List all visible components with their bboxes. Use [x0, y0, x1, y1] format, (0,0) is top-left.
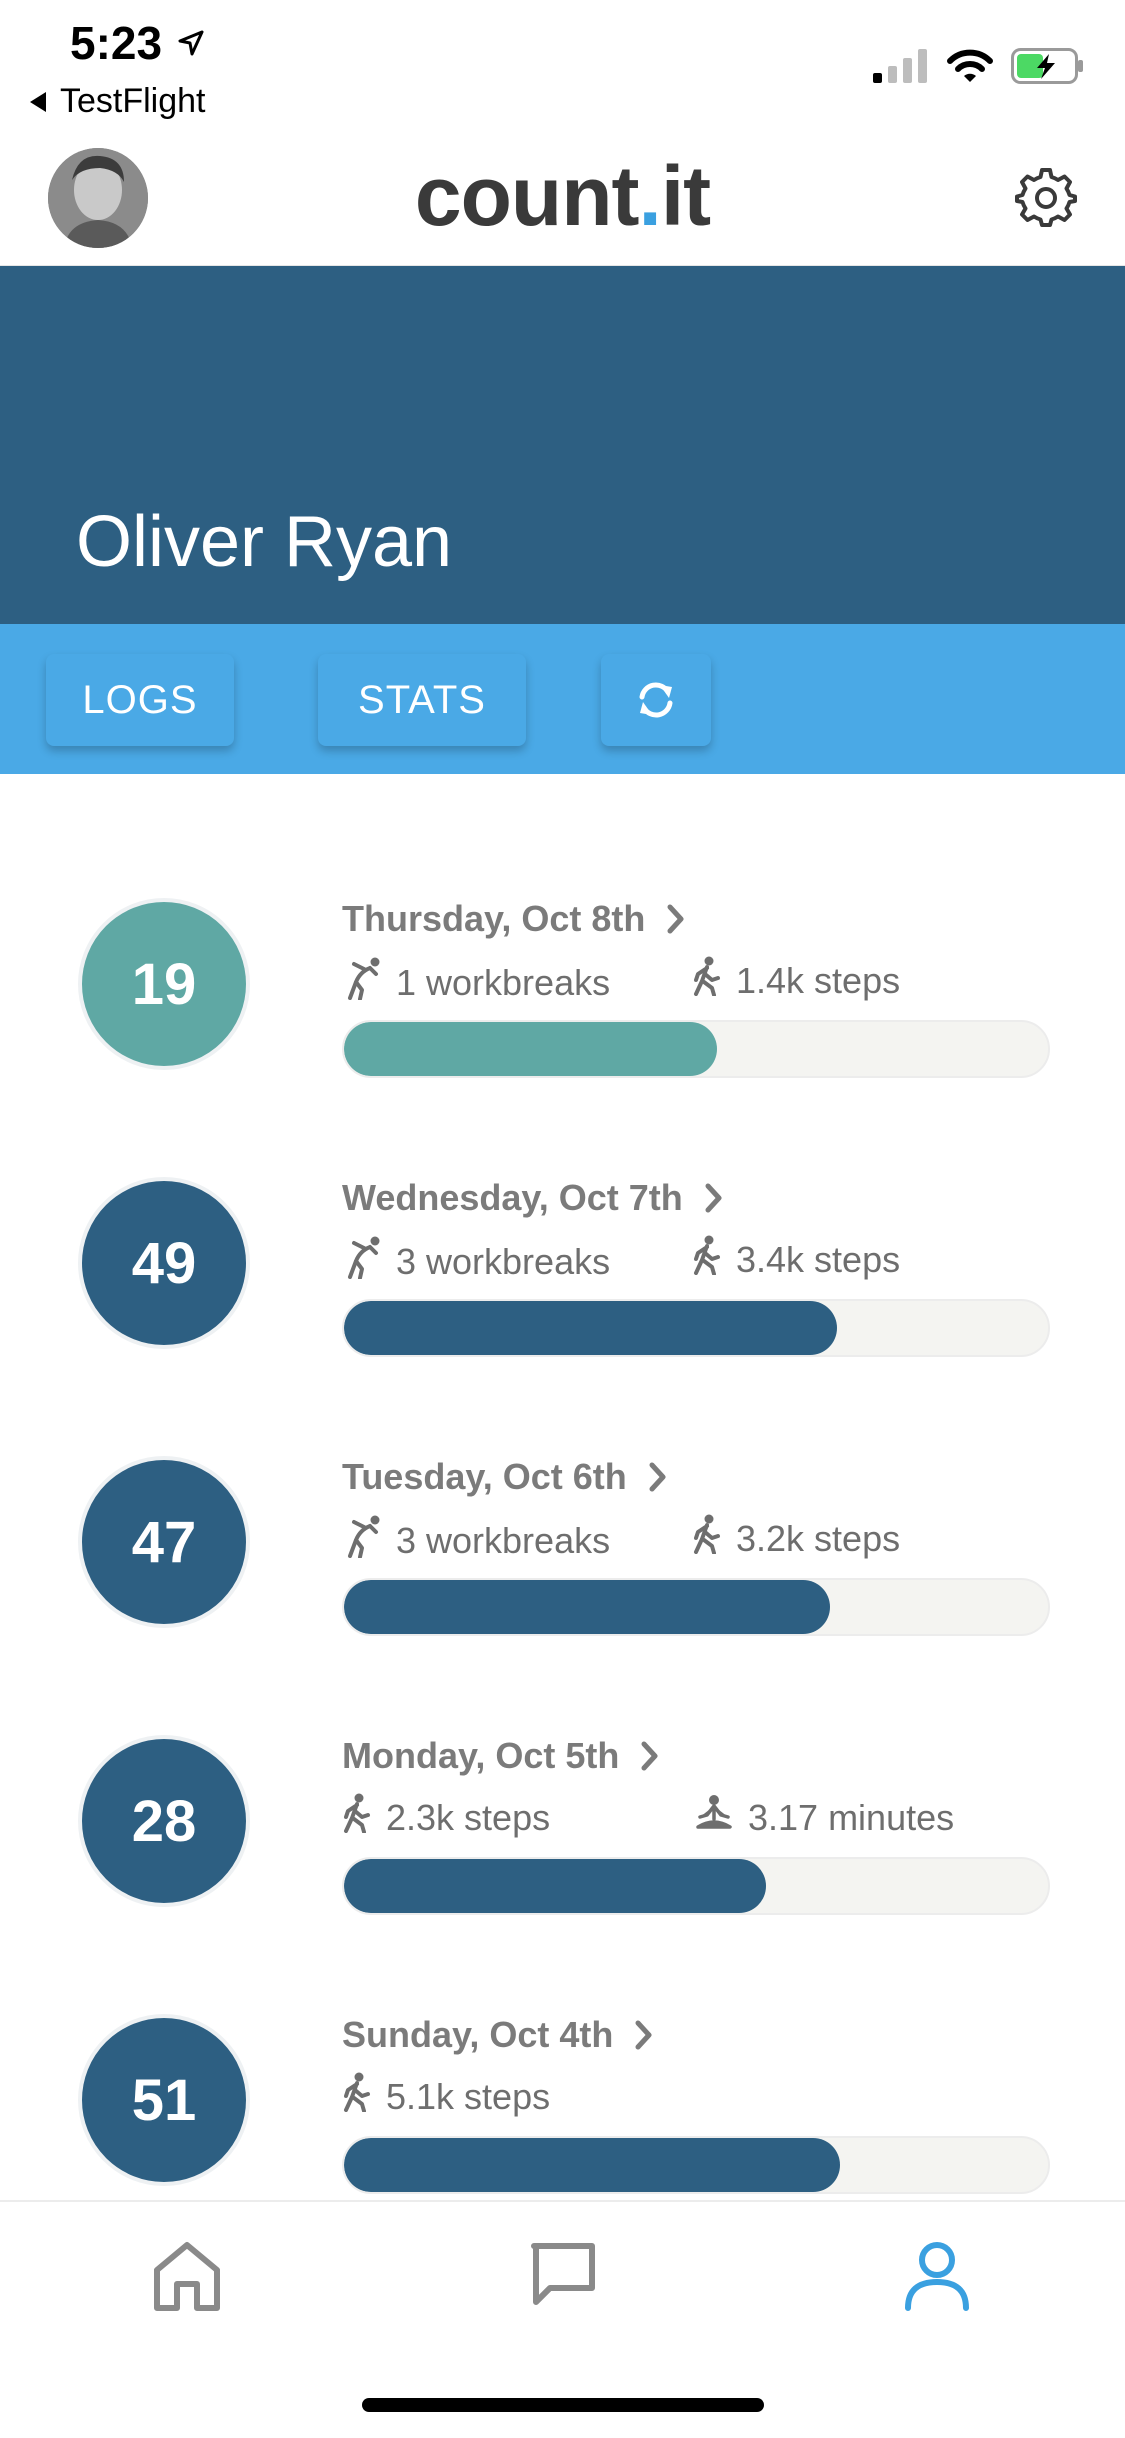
- wifi-icon: [947, 49, 993, 82]
- metric-primary: 2.3k steps: [342, 1793, 550, 1842]
- score-value: 19: [131, 951, 197, 1017]
- metric-secondary-text: 3.17 minutes: [748, 1796, 955, 1838]
- metric-secondary: 3.2k steps: [692, 1514, 900, 1563]
- metric-secondary-text: 1.4k steps: [736, 959, 901, 1001]
- status-time: 5:23: [70, 17, 163, 69]
- app-header: count.it: [0, 130, 1125, 267]
- log-metrics: 3 workbreaks 3.4k steps: [342, 1235, 1062, 1285]
- back-app-label: TestFlight: [60, 82, 206, 120]
- stretch-icon: [342, 956, 396, 1009]
- chevron-right-icon: [705, 1183, 722, 1213]
- logo-suffix: it: [660, 149, 711, 243]
- chevron-right-icon: [641, 1741, 658, 1771]
- score-badge: 47: [78, 1456, 250, 1628]
- score-badge: 28: [78, 1735, 250, 1907]
- metric-secondary-text: 3.4k steps: [736, 1238, 901, 1280]
- refresh-icon: [639, 682, 673, 718]
- progress-bar: [342, 1857, 1050, 1915]
- score-badge: 19: [78, 898, 250, 1070]
- meditation-icon: [694, 1793, 748, 1842]
- metric-primary: 5.1k steps: [342, 2072, 550, 2121]
- status-bar: 5:23 TestFlight: [0, 0, 1125, 130]
- logo-text: count: [414, 149, 640, 243]
- metric-secondary: 1.4k steps: [692, 956, 900, 1005]
- tab-bar: LOGS STATS: [0, 624, 1125, 774]
- list-item[interactable]: 28 Monday, Oct 5th 2.3k steps 3.17 minut…: [0, 1735, 1125, 1995]
- chevron-right-icon: [667, 904, 684, 934]
- stretch-icon: [342, 1235, 396, 1288]
- home-icon[interactable]: [152, 2240, 222, 2314]
- progress-fill: [344, 1859, 767, 1913]
- walk-icon: [342, 2072, 386, 2121]
- progress-bar: [342, 2136, 1050, 2194]
- score-badge: 49: [78, 1177, 250, 1349]
- walk-icon: [692, 1235, 736, 1284]
- progress-fill: [344, 1301, 837, 1355]
- metric-primary-text: 3 workbreaks: [396, 1240, 611, 1282]
- score-value: 28: [131, 1788, 197, 1854]
- stretch-icon: [342, 1514, 396, 1567]
- list-item[interactable]: 19 Thursday, Oct 8th 1 workbreaks 1.4k s…: [0, 898, 1125, 1158]
- progress-fill: [344, 2138, 841, 2192]
- progress-bar: [342, 1578, 1050, 1636]
- chevron-right-icon: [649, 1462, 666, 1492]
- chevron-right-icon: [635, 2020, 652, 2050]
- metric-primary-text: 5.1k steps: [386, 2075, 551, 2117]
- metric-primary: 3 workbreaks: [342, 1514, 610, 1567]
- metric-primary: 3 workbreaks: [342, 1235, 610, 1288]
- log-date-link[interactable]: Thursday, Oct 8th: [342, 898, 685, 940]
- score-value: 47: [131, 1509, 197, 1575]
- metric-secondary: 3.4k steps: [692, 1235, 900, 1284]
- log-metrics: 2.3k steps 3.17 minutes: [342, 1793, 1062, 1843]
- log-metrics: 3 workbreaks 3.2k steps: [342, 1514, 1062, 1564]
- battery-icon: [1011, 48, 1083, 84]
- back-to-app-link[interactable]: TestFlight: [30, 82, 206, 121]
- user-name: Oliver Ryan: [76, 502, 453, 582]
- score-value: 49: [131, 1230, 197, 1296]
- progress-fill: [344, 1580, 830, 1634]
- log-date: Tuesday, Oct 6th: [342, 1456, 627, 1497]
- list-item[interactable]: 47 Tuesday, Oct 6th 3 workbreaks 3.2k st…: [0, 1456, 1125, 1716]
- profile-banner: Oliver Ryan: [0, 266, 1125, 624]
- log-metrics: 5.1k steps: [342, 2072, 1062, 2122]
- tab-stats[interactable]: STATS: [318, 654, 526, 746]
- log-metrics: 1 workbreaks 1.4k steps: [342, 956, 1062, 1006]
- log-date: Wednesday, Oct 7th: [342, 1177, 683, 1218]
- metric-secondary-text: 3.2k steps: [736, 1517, 901, 1559]
- location-arrow-icon: [178, 30, 204, 56]
- log-date: Sunday, Oct 4th: [342, 2014, 614, 2055]
- home-indicator: [362, 2398, 764, 2412]
- app-logo: count.it: [0, 148, 1125, 245]
- metric-secondary: 3.17 minutes: [694, 1793, 954, 1842]
- walk-icon: [342, 1793, 386, 1842]
- score-badge: 51: [78, 2014, 250, 2186]
- progress-bar: [342, 1299, 1050, 1357]
- progress-fill: [344, 1022, 718, 1076]
- tab-logs[interactable]: LOGS: [46, 654, 234, 746]
- progress-bar: [342, 1020, 1050, 1078]
- log-date: Monday, Oct 5th: [342, 1735, 620, 1776]
- metric-primary-text: 1 workbreaks: [396, 961, 611, 1003]
- score-value: 51: [131, 2067, 197, 2133]
- metric-primary: 1 workbreaks: [342, 956, 610, 1009]
- back-triangle-icon: [30, 91, 46, 112]
- metric-primary-text: 3 workbreaks: [396, 1519, 611, 1561]
- logo-dot: .: [638, 149, 661, 243]
- log-date-link[interactable]: Wednesday, Oct 7th: [342, 1177, 723, 1219]
- profile-icon[interactable]: [902, 2240, 972, 2312]
- log-date: Thursday, Oct 8th: [342, 898, 646, 939]
- log-date-link[interactable]: Sunday, Oct 4th: [342, 2014, 653, 2056]
- chat-icon[interactable]: [528, 2240, 598, 2310]
- gear-icon[interactable]: [1015, 166, 1077, 228]
- system-indicators: [873, 48, 1085, 84]
- log-date-link[interactable]: Tuesday, Oct 6th: [342, 1456, 667, 1498]
- metric-primary-text: 2.3k steps: [386, 1796, 551, 1838]
- walk-icon: [692, 956, 736, 1005]
- log-date-link[interactable]: Monday, Oct 5th: [342, 1735, 659, 1777]
- refresh-button[interactable]: [601, 654, 711, 746]
- walk-icon: [692, 1514, 736, 1563]
- signal-icon: [873, 49, 927, 83]
- list-item[interactable]: 49 Wednesday, Oct 7th 3 workbreaks 3.4k …: [0, 1177, 1125, 1437]
